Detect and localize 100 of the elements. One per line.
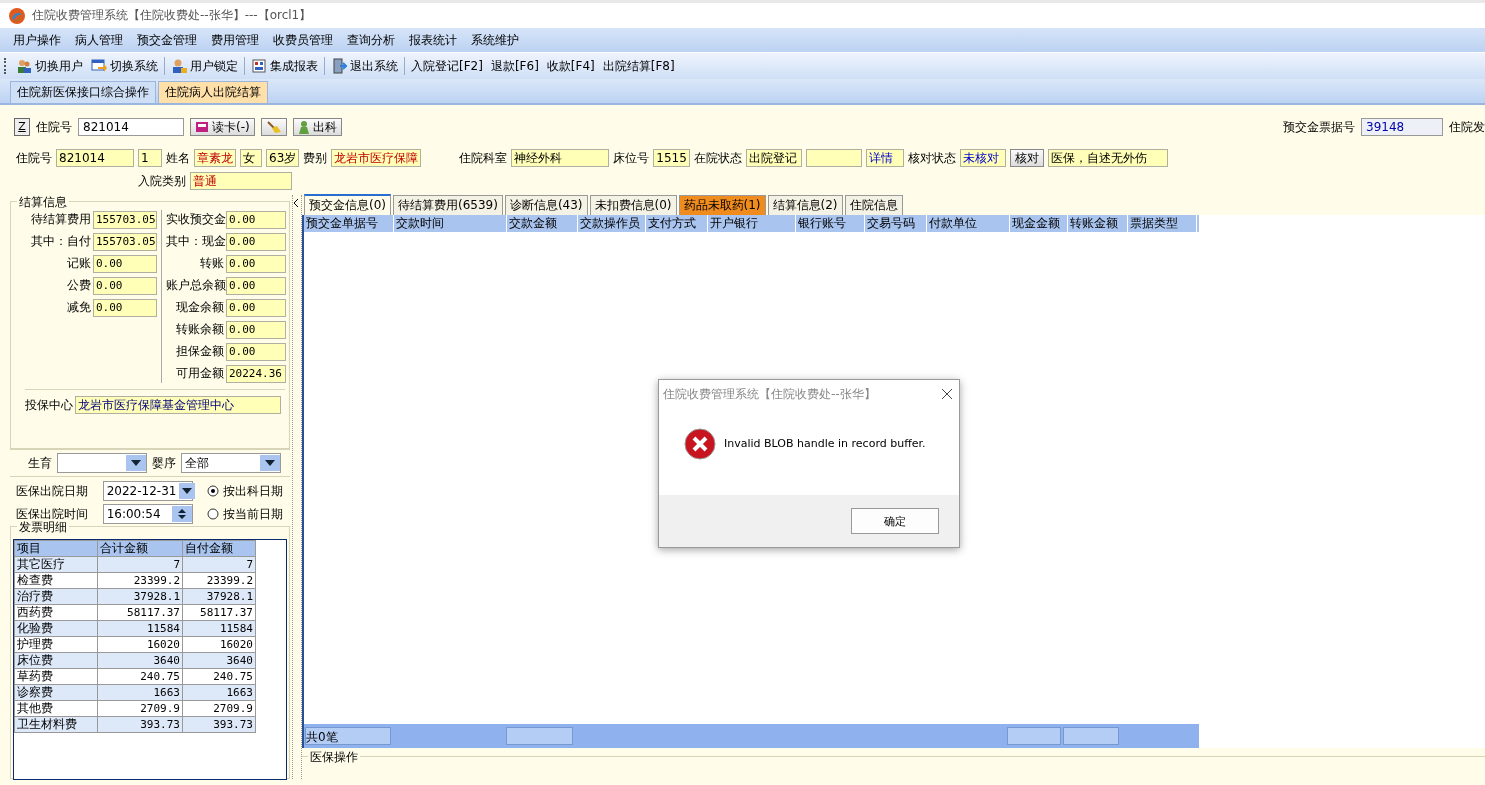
field-label: 入院类别 — [138, 172, 186, 190]
menu-item[interactable]: 费用管理 — [204, 31, 266, 49]
menu-item[interactable]: 用户操作 — [6, 31, 68, 49]
input-field[interactable]: 1515 — [653, 149, 690, 167]
toolbar-button[interactable]: 收款[F4] — [542, 55, 599, 77]
toolbar-button[interactable]: 出院结算[F8] — [598, 55, 679, 77]
document-tab[interactable]: 住院新医保接口综合操作 — [10, 81, 156, 103]
toolbar-button[interactable]: 退款[F6] — [486, 55, 543, 77]
input-field[interactable]: 63岁 — [266, 149, 300, 167]
input-field[interactable]: 女 — [240, 149, 262, 167]
field-label: 可用金额 — [175, 365, 224, 382]
input-field[interactable]: 0.00 — [226, 210, 286, 229]
column-header: 交款时间 — [394, 215, 507, 232]
dialog-title: 住院收费管理系统【住院收费处--张华】 — [663, 385, 876, 403]
column-header: 交款操作员 — [578, 215, 646, 232]
input-field[interactable]: 0.00 — [93, 276, 157, 295]
menu-item[interactable]: 查询分析 — [340, 31, 402, 49]
field-label: 投保中心 — [25, 396, 73, 414]
input-field[interactable] — [805, 149, 862, 167]
field-label: 减免 — [66, 299, 91, 316]
input-field[interactable]: 未核对 — [959, 149, 1006, 167]
field-label: 费别 — [303, 149, 328, 167]
date-picker[interactable]: 2022-12-31 — [102, 481, 193, 501]
field-label: 核对状态 — [907, 149, 956, 167]
field-label: 医保出院日期 — [16, 482, 89, 500]
input-field[interactable]: 0.00 — [226, 342, 286, 361]
input-field[interactable]: 0.00 — [226, 254, 286, 273]
field-label: 转账余额 — [175, 321, 224, 338]
table-cell: 240.75 — [97, 668, 183, 685]
input-field[interactable]: 0.00 — [93, 254, 157, 273]
tab[interactable]: 待结算费用(6539) — [393, 195, 503, 215]
summary-cell — [506, 727, 573, 745]
input-field[interactable]: 155703.05 — [93, 210, 157, 229]
card-icon — [195, 120, 209, 134]
tab[interactable]: 药品未取药(1) — [678, 195, 766, 215]
menu-item[interactable]: 报表统计 — [402, 31, 464, 49]
menu-item[interactable]: 预交金管理 — [130, 31, 204, 49]
field-label: 账户总余额 — [166, 277, 224, 294]
input-field[interactable]: 龙岩市医疗保障基金管理中心 — [75, 396, 281, 414]
input-field[interactable]: 0.00 — [226, 320, 286, 339]
input-field[interactable]: 0.00 — [226, 298, 286, 317]
input-field[interactable]: 神经外科 — [511, 149, 610, 167]
input-field[interactable]: 医保，自述无外伤 — [1047, 149, 1168, 167]
input-field[interactable]: 0.00 — [93, 298, 157, 317]
column-header: 付款单位 — [927, 215, 1010, 232]
tab[interactable]: 诊断信息(43) — [504, 195, 588, 215]
field-label: 住院科室 — [459, 149, 508, 167]
check-button[interactable]: 核对 — [1009, 149, 1044, 167]
field-label: 婴序 — [152, 454, 176, 472]
table-cell: 240.75 — [182, 668, 256, 685]
input-field[interactable]: 39148 — [1361, 118, 1443, 136]
input-field[interactable]: 20224.36 — [226, 364, 286, 383]
dropdown[interactable] — [57, 453, 147, 473]
input-field[interactable]: 1 — [138, 149, 162, 167]
toolbar-button[interactable]: 用户锁定 — [167, 55, 242, 77]
toolbar-button[interactable]: 集成报表 — [247, 55, 322, 77]
column-header: 银行账号 — [796, 215, 865, 232]
column-header: 交易号码 — [865, 215, 927, 232]
radio-button[interactable]: 按出科日期 — [207, 482, 290, 500]
menu-item[interactable]: 系统维护 — [464, 31, 526, 49]
group-title: 结算信息 — [17, 194, 69, 211]
input-field[interactable]: 章素龙 — [194, 149, 236, 167]
tab[interactable]: 未扣费信息(0) — [589, 195, 677, 215]
time-spinner[interactable]: 16:00:54 — [102, 504, 193, 524]
toolbar-button[interactable]: 入院登记[F2] — [407, 55, 487, 77]
input-field[interactable]: 详情 — [865, 149, 904, 167]
table-cell: 西药费 — [14, 604, 98, 621]
grid-icon — [251, 58, 267, 74]
menu-item[interactable]: 收费员管理 — [266, 31, 340, 49]
field-label: 现金余额 — [175, 299, 224, 316]
radio-button[interactable]: 按当前日期 — [207, 505, 290, 523]
input-field[interactable]: 155703.05 — [93, 232, 157, 251]
toolbar-button[interactable]: 退出系统 — [327, 55, 402, 77]
document-tab[interactable]: 住院病人出院结算 — [158, 81, 268, 103]
dropdown[interactable]: 全部 — [181, 453, 281, 473]
collapse-icon[interactable] — [293, 199, 299, 207]
menu-item[interactable]: 病人管理 — [68, 31, 130, 49]
column-header: 合计金额 — [97, 540, 183, 557]
z-button[interactable]: Z — [14, 118, 30, 136]
tab[interactable]: 预交金信息(0) — [304, 194, 391, 215]
discharge-button[interactable]: 出科 — [292, 118, 342, 136]
field-label: 住院号 — [16, 149, 52, 167]
input-field[interactable]: 0.00 — [226, 276, 286, 295]
input-field[interactable]: 821014 — [56, 149, 134, 167]
input-field[interactable]: 普通 — [190, 172, 292, 190]
input-field[interactable]: 821014 — [78, 118, 184, 136]
read-card-button[interactable]: 读卡(-) — [190, 118, 255, 136]
broom-button[interactable] — [260, 118, 287, 136]
toolbar-button[interactable]: 切换系统 — [87, 55, 162, 77]
table-cell: 其他费 — [14, 700, 98, 717]
input-field[interactable]: 出院登记 — [745, 149, 802, 167]
table-cell: 23399.2 — [182, 572, 256, 589]
input-field[interactable]: 龙岩市医疗保障 — [331, 149, 422, 167]
tab[interactable]: 结算信息(2) — [767, 195, 843, 215]
close-button[interactable] — [941, 388, 953, 400]
column-header: 支付方式 — [646, 215, 708, 232]
ok-button[interactable]: 确定 — [851, 508, 939, 534]
input-field[interactable]: 0.00 — [226, 232, 286, 251]
toolbar-button[interactable]: 切换用户 — [12, 55, 87, 77]
tab[interactable]: 住院信息 — [844, 195, 903, 215]
